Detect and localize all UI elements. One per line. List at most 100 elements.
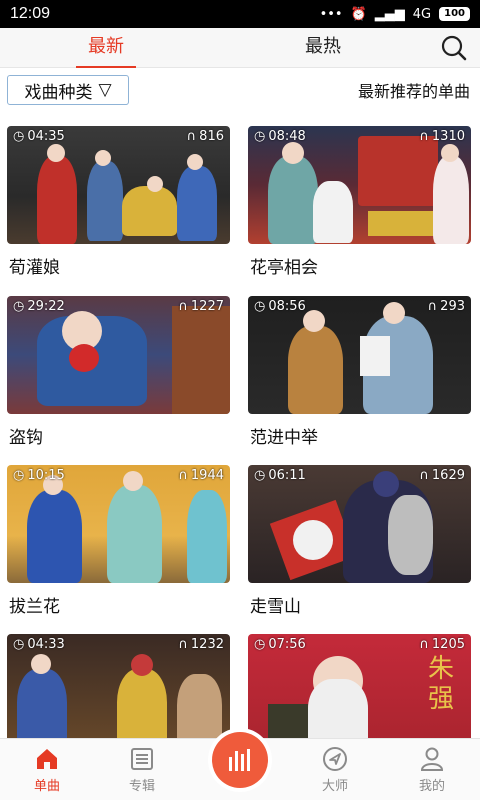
duration-text: 08:48 (268, 129, 306, 144)
song-title[interactable]: 荀灌娘 (9, 253, 230, 278)
play-count-text: 1944 (190, 468, 224, 483)
play-count-text: 1310 (431, 129, 465, 144)
tab-latest[interactable]: 最新 (66, 28, 146, 68)
duration: ◷ 04:35 (13, 129, 65, 144)
signal-icon: ▂▄▆ (374, 6, 405, 22)
headphones-icon: ∩ (427, 299, 438, 314)
play-count: ∩ 1629 (419, 468, 465, 483)
clock-icon: ◷ (13, 299, 25, 314)
song-title[interactable]: 花亭相会 (250, 253, 471, 278)
clock-icon: ◷ (13, 637, 25, 652)
search-button[interactable] (440, 34, 468, 62)
poster-calligraphy: 朱强 (428, 654, 455, 714)
alarm-icon: ⏰ (350, 6, 367, 22)
dots-icon: ••• (319, 6, 343, 22)
duration: ◷ 06:11 (254, 468, 306, 483)
duration-text: 06:11 (268, 468, 306, 483)
play-count: ∩ 1310 (419, 129, 465, 144)
duration-text: 10:15 (27, 468, 65, 483)
play-count: ∩ 1944 (178, 468, 224, 483)
headphones-icon: ∩ (178, 637, 188, 652)
duration-text: 29:22 (27, 299, 65, 314)
play-count: ∩ 1205 (419, 637, 465, 652)
search-icon (441, 35, 467, 61)
status-time: 12:09 (10, 5, 51, 22)
duration: ◷ 08:56 (254, 299, 306, 314)
nav-masters[interactable]: 大师 (300, 739, 370, 801)
duration: ◷ 29:22 (13, 299, 65, 314)
duration: ◷ 04:33 (13, 637, 65, 652)
song-card[interactable]: ◷ 08:48 ∩ 1310 花亭相会 (248, 126, 471, 278)
song-card[interactable]: ◷ 04:35 ∩ 816 荀灌娘 (7, 126, 230, 278)
headphones-icon: ∩ (178, 468, 188, 483)
filter-row: 戏曲种类 ▽ 最新推荐的单曲 (0, 68, 480, 114)
clock-icon: ◷ (254, 129, 266, 144)
headphones-icon: ∩ (419, 129, 429, 144)
song-title[interactable]: 走雪山 (250, 592, 471, 617)
headphones-icon: ∩ (419, 468, 429, 483)
navigation-icon (323, 747, 347, 771)
duration: ◷ 10:15 (13, 468, 65, 483)
play-count-text: 1205 (431, 637, 465, 652)
song-card[interactable]: ◷ 10:15 ∩ 1944 拔兰花 (7, 465, 230, 617)
nav-label: 大师 (321, 779, 348, 794)
opera-type-dropdown[interactable]: 戏曲种类 ▽ (7, 75, 129, 105)
song-title[interactable]: 盗钩 (9, 423, 230, 448)
song-thumbnail: ◷ 04:33 ∩ 1232 (7, 634, 230, 738)
play-count: ∩ 293 (428, 299, 465, 314)
song-title[interactable]: 拔兰花 (9, 592, 230, 617)
song-thumbnail: ◷ 06:11 ∩ 1629 (248, 465, 471, 583)
battery-icon: 100 (439, 7, 470, 21)
duration-text: 04:33 (27, 637, 65, 652)
headphones-icon: ∩ (186, 129, 197, 144)
song-thumbnail: ◷ 04:35 ∩ 816 (7, 126, 230, 244)
play-count-text: 1232 (190, 637, 224, 652)
song-thumbnail: ◷ 29:22 ∩ 1227 (7, 296, 230, 414)
headphones-icon: ∩ (178, 299, 188, 314)
audio-bars-icon (229, 749, 250, 771)
tab-hottest[interactable]: 最热 (283, 28, 363, 68)
latest-recommended-label: 最新推荐的单曲 (357, 82, 470, 101)
play-count-text: 293 (440, 299, 465, 314)
user-icon (420, 747, 444, 771)
home-icon (37, 749, 57, 769)
song-card[interactable]: ◷ 08:56 ∩ 293 范进中举 (248, 296, 471, 448)
opera-type-label: 戏曲种类 (24, 82, 93, 103)
song-thumbnail: 朱强 ◷ 07:56 ∩ 1205 (248, 634, 471, 738)
duration: ◷ 08:48 (254, 129, 306, 144)
nav-singles[interactable]: 单曲 (12, 739, 82, 801)
play-count-text: 816 (199, 129, 224, 144)
player-button[interactable] (212, 732, 268, 788)
top-tab-bar: 最新 最热 (0, 28, 480, 68)
nav-mine[interactable]: 我的 (397, 739, 467, 801)
play-count: ∩ 1227 (178, 299, 224, 314)
nav-label: 专辑 (128, 779, 155, 794)
song-title[interactable]: 范进中举 (250, 423, 471, 448)
clock-icon: ◷ (13, 129, 25, 144)
song-card[interactable]: ◷ 29:22 ∩ 1227 盗钩 (7, 296, 230, 448)
clock-icon: ◷ (254, 299, 266, 314)
clock-icon: ◷ (254, 637, 266, 652)
duration-text: 07:56 (268, 637, 306, 652)
song-card[interactable]: ◷ 04:33 ∩ 1232 (7, 634, 230, 738)
play-count: ∩ 816 (187, 129, 224, 144)
duration-text: 08:56 (268, 299, 306, 314)
play-count-text: 1227 (190, 299, 224, 314)
duration: ◷ 07:56 (254, 637, 306, 652)
headphones-icon: ∩ (419, 637, 429, 652)
song-card[interactable]: 朱强 ◷ 07:56 ∩ 1205 (248, 634, 471, 738)
status-bar: 12:09 ••• ⏰ ▂▄▆ 4G 100 (0, 0, 480, 28)
song-thumbnail: ◷ 08:48 ∩ 1310 (248, 126, 471, 244)
song-card[interactable]: ◷ 06:11 ∩ 1629 走雪山 (248, 465, 471, 617)
play-count-text: 1629 (431, 468, 465, 483)
song-thumbnail: ◷ 08:56 ∩ 293 (248, 296, 471, 414)
clock-icon: ◷ (254, 468, 266, 483)
album-icon (131, 748, 153, 770)
nav-albums[interactable]: 专辑 (107, 739, 177, 801)
nav-label: 我的 (418, 779, 445, 794)
caret-down-icon: ▽ (98, 80, 112, 100)
network-type: 4G (412, 6, 432, 22)
nav-label: 单曲 (33, 779, 60, 794)
status-icons: ••• ⏰ ▂▄▆ 4G 100 (320, 7, 470, 22)
duration-text: 04:35 (27, 129, 65, 144)
